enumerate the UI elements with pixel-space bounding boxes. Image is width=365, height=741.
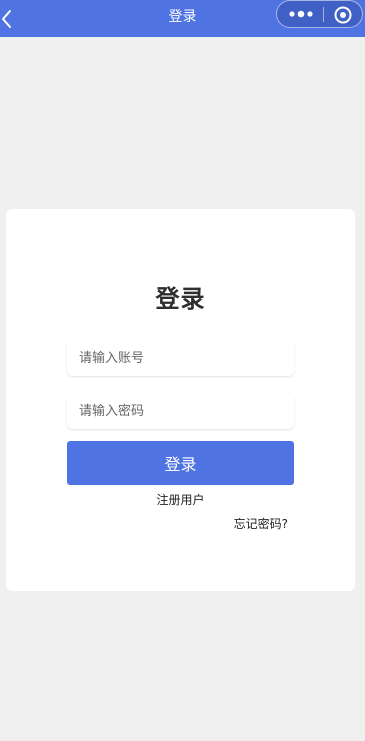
account-field: [67, 340, 294, 376]
account-input[interactable]: [67, 340, 294, 376]
login-card: 登录 登录 注册用户 忘记密码?: [6, 209, 355, 591]
password-field: [67, 393, 294, 429]
login-heading: 登录: [155, 285, 206, 313]
mini-program-capsule: [276, 0, 363, 28]
more-dots-icon[interactable]: [287, 6, 315, 22]
target-close-icon[interactable]: [333, 5, 353, 25]
forgot-password-link[interactable]: 忘记密码?: [234, 515, 288, 532]
login-button[interactable]: 登录: [67, 441, 294, 485]
password-input[interactable]: [67, 393, 294, 429]
capsule-divider: [323, 7, 324, 22]
top-navigation-bar: 登录: [0, 0, 365, 37]
register-link[interactable]: 注册用户: [6, 491, 355, 508]
